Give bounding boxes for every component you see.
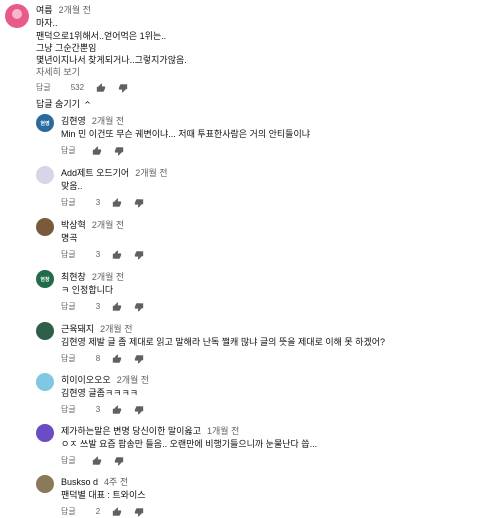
avatar[interactable] <box>36 475 54 493</box>
reply-author[interactable]: Busksо d <box>61 477 98 487</box>
thumbs-up-icon[interactable] <box>112 404 122 415</box>
thumbs-up-icon[interactable] <box>92 145 102 156</box>
reply-author[interactable]: 최현창 <box>61 272 86 282</box>
thumbs-down-icon[interactable] <box>134 302 144 312</box>
reply-header: 히이이오오오 2개월 전 <box>61 373 149 386</box>
reply-text: ㅋ 인정합니다 <box>61 285 114 295</box>
thumbs-up-icon[interactable] <box>112 249 122 260</box>
reply-author[interactable]: Add제트 오드기어 <box>61 168 129 178</box>
comment-header: 여름 2개월 전 <box>36 3 91 16</box>
reply-time[interactable]: 2개월 전 <box>117 375 149 385</box>
avatar[interactable] <box>36 373 54 391</box>
reply-author[interactable]: 박상혁 <box>61 220 86 230</box>
reply-button[interactable]: 답글 <box>61 455 76 466</box>
comment-author[interactable]: 여름 <box>36 5 53 15</box>
like-count: 3 <box>95 250 101 259</box>
reply-author[interactable]: 제가하는말은 변명 당신이한 말이옳고 <box>61 426 201 436</box>
thumbs-up-icon[interactable] <box>112 301 122 312</box>
avatar[interactable] <box>36 322 54 340</box>
reply-actions: 답글 <box>61 455 124 466</box>
reply-time[interactable]: 2개월 전 <box>92 220 124 230</box>
reply-actions: 답글 <box>61 145 124 156</box>
avatar[interactable] <box>36 424 54 442</box>
reply-button[interactable]: 답글 <box>61 249 76 260</box>
hide-replies-button[interactable]: 답글 숨기기 <box>36 97 92 110</box>
reply-actions: 답글 3 <box>61 301 144 312</box>
comment-actions: 답글 532 <box>36 82 128 93</box>
reply-text: 팬덕별 대표 : 트와이스 <box>61 490 146 500</box>
reply-header: Busksо d 4주 전 <box>61 475 128 488</box>
reply-header: 최현창 2개월 전 <box>61 270 124 283</box>
thumbs-up-icon[interactable] <box>112 197 122 208</box>
like-count: 2 <box>95 507 101 516</box>
reply-button[interactable]: 답글 <box>61 301 76 312</box>
read-more-link[interactable]: 자세히 보기 <box>36 65 80 78</box>
reply-text: 김현영 글좀ㅋㅋㅋㅋ <box>61 388 139 398</box>
thumbs-up-icon[interactable] <box>96 82 106 93</box>
like-count: 8 <box>95 354 101 363</box>
thumbs-down-icon[interactable] <box>134 354 144 364</box>
reply-button[interactable]: 답글 <box>36 82 51 93</box>
reply-time[interactable]: 2개월 전 <box>92 272 124 282</box>
avatar-initials: 현창 <box>40 276 50 283</box>
avatar[interactable]: 현창 <box>36 270 54 288</box>
hide-replies-label: 답글 숨기기 <box>36 99 80 109</box>
thumbs-down-icon[interactable] <box>114 456 124 466</box>
thumbs-up-icon[interactable] <box>92 455 102 466</box>
avatar[interactable] <box>36 166 54 184</box>
like-count: 532 <box>70 83 85 92</box>
reply-text: ㅇㅈ 쓰발 요즘 팝송만 들음.. 오랜만에 비행기들으니까 눈물난다 씁... <box>61 439 318 449</box>
reply-actions: 답글 3 <box>61 249 144 260</box>
reply-button[interactable]: 답글 <box>61 145 76 156</box>
thumbs-up-icon[interactable] <box>112 506 122 517</box>
thumbs-down-icon[interactable] <box>134 405 144 415</box>
reply-text: 명곡 <box>61 233 78 243</box>
avatar[interactable]: 현영 <box>36 114 54 132</box>
comment-time[interactable]: 2개월 전 <box>59 5 91 15</box>
reply-time[interactable]: 4주 전 <box>104 477 128 487</box>
thumbs-down-icon[interactable] <box>118 83 128 93</box>
like-count: 3 <box>95 198 101 207</box>
comment-text-line: 마자.. <box>36 18 58 28</box>
reply-author[interactable]: 히이이오오오 <box>61 375 111 385</box>
reply-time[interactable]: 2개월 전 <box>135 168 167 178</box>
reply-header: 김현영 2개월 전 <box>61 114 124 127</box>
thumbs-down-icon[interactable] <box>134 250 144 260</box>
reply-button[interactable]: 답글 <box>61 353 76 364</box>
like-count: 3 <box>95 302 101 311</box>
thumbs-up-icon[interactable] <box>112 353 122 364</box>
avatar[interactable] <box>5 4 29 28</box>
reply-time[interactable]: 2개월 전 <box>92 116 124 126</box>
reply-text: 맞음.. <box>61 181 83 191</box>
thumbs-down-icon[interactable] <box>114 146 124 156</box>
reply-button[interactable]: 답글 <box>61 506 76 517</box>
reply-header: 박상혁 2개월 전 <box>61 218 124 231</box>
avatar[interactable] <box>36 218 54 236</box>
reply-text: Min 민 이건또 무슨 궤변이냐... 저때 투표한사람은 거의 안티들이냐 <box>61 129 311 139</box>
thumbs-down-icon[interactable] <box>134 198 144 208</box>
reply-time[interactable]: 1개월 전 <box>207 426 239 436</box>
like-count: 3 <box>95 405 101 414</box>
reply-text: 김현영 제발 글 좀 제대로 읽고 말해라 난독 쩔캐 많냐 글의 뜻을 제대로… <box>61 337 386 347</box>
reply-actions: 답글 2 <box>61 506 144 517</box>
reply-author[interactable]: 김현영 <box>61 116 86 126</box>
reply-button[interactable]: 답글 <box>61 404 76 415</box>
reply-time[interactable]: 2개월 전 <box>100 324 132 334</box>
chevron-up-icon <box>83 98 92 109</box>
reply-actions: 답글 3 <box>61 197 144 208</box>
reply-author[interactable]: 근육돼지 <box>61 324 94 334</box>
reply-actions: 답글 3 <box>61 404 144 415</box>
avatar-initials: 현영 <box>40 120 50 127</box>
reply-header: Add제트 오드기어 2개월 전 <box>61 166 168 179</box>
thumbs-down-icon[interactable] <box>134 507 144 517</box>
reply-header: 제가하는말은 변명 당신이한 말이옳고 1개월 전 <box>61 424 239 437</box>
reply-actions: 답글 8 <box>61 353 144 364</box>
reply-button[interactable]: 답글 <box>61 197 76 208</box>
reply-header: 근육돼지 2개월 전 <box>61 322 132 335</box>
